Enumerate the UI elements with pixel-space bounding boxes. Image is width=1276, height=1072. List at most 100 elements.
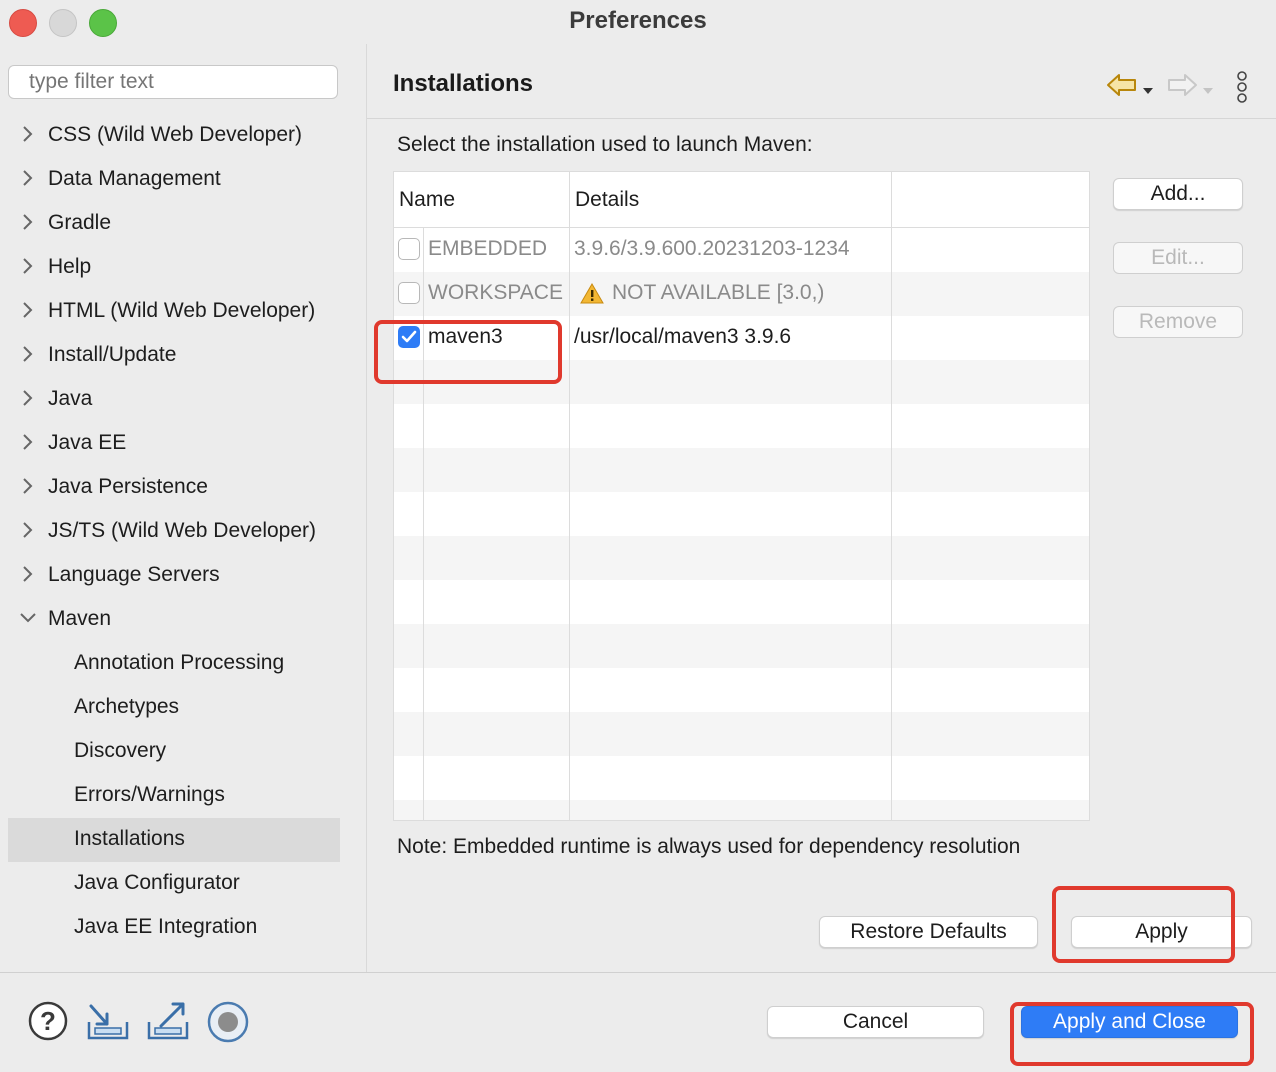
installation-name: EMBEDDED bbox=[428, 237, 548, 260]
chevron-right-icon[interactable] bbox=[19, 388, 35, 408]
installation-details: 3.9.6/3.9.600.20231203-1234 bbox=[574, 237, 850, 260]
empty-table-row bbox=[394, 360, 1089, 404]
tree-item-install-update[interactable]: Install/Update bbox=[8, 334, 340, 378]
embedded-runtime-note: Note: Embedded runtime is always used fo… bbox=[397, 835, 1021, 858]
add-button[interactable]: Add... bbox=[1113, 178, 1243, 210]
back-button[interactable] bbox=[1106, 72, 1138, 104]
filter-input[interactable] bbox=[8, 65, 338, 99]
tree-item-help[interactable]: Help bbox=[8, 246, 340, 290]
installation-checkbox[interactable] bbox=[398, 282, 420, 304]
tree-item-gradle[interactable]: Gradle bbox=[8, 202, 340, 246]
tree-item-label: Java Persistence bbox=[48, 475, 208, 498]
column-header-label: Details bbox=[575, 188, 640, 211]
empty-table-row bbox=[394, 624, 1089, 668]
record-icon bbox=[207, 1001, 249, 1043]
table-row[interactable]: maven3/usr/local/maven3 3.9.6 bbox=[394, 316, 1089, 360]
tree-item-discovery[interactable]: Discovery bbox=[8, 730, 340, 774]
tree-item-java-configurator[interactable]: Java Configurator bbox=[8, 862, 340, 906]
installation-checkbox[interactable] bbox=[398, 326, 420, 348]
chevron-right-icon[interactable] bbox=[19, 256, 35, 276]
tree-item-java-ee[interactable]: Java EE bbox=[8, 422, 340, 466]
tree-item-label: Java EE bbox=[48, 431, 127, 454]
chevron-right-icon[interactable] bbox=[19, 476, 35, 496]
tree-item-installations[interactable]: Installations bbox=[8, 818, 340, 862]
back-arrow-icon bbox=[1107, 74, 1136, 96]
more-vertical-icon bbox=[1237, 71, 1247, 103]
remove-button[interactable]: Remove bbox=[1113, 306, 1243, 338]
tree-item-java-persistence[interactable]: Java Persistence bbox=[8, 466, 340, 510]
empty-table-row bbox=[394, 580, 1089, 624]
tree-item-errors-warnings[interactable]: Errors/Warnings bbox=[8, 774, 340, 818]
apply-and-close-button[interactable]: Apply and Close bbox=[1021, 1006, 1238, 1038]
tree-item-label: Java bbox=[48, 387, 93, 410]
installation-name: maven3 bbox=[428, 325, 503, 348]
empty-table-row bbox=[394, 536, 1089, 580]
tree-item-maven[interactable]: Maven bbox=[8, 598, 340, 642]
installation-name: WORKSPACE bbox=[428, 281, 563, 304]
chevron-right-icon[interactable] bbox=[19, 520, 35, 540]
column-divider[interactable] bbox=[891, 172, 892, 820]
tree-item-js-ts-wild-web-developer[interactable]: JS/TS (Wild Web Developer) bbox=[8, 510, 340, 554]
tree-item-archetypes[interactable]: Archetypes bbox=[8, 686, 340, 730]
title-bar: Preferences bbox=[0, 0, 1276, 44]
column-divider[interactable] bbox=[569, 172, 570, 820]
forward-history-dropdown[interactable] bbox=[1202, 78, 1214, 102]
empty-table-row bbox=[394, 404, 1089, 448]
edit-button[interactable]: Edit... bbox=[1113, 242, 1243, 274]
empty-table-row bbox=[394, 756, 1089, 800]
tree-item-java-ee-integration[interactable]: Java EE Integration bbox=[8, 906, 340, 950]
empty-table-row bbox=[394, 448, 1089, 492]
tree-item-label: Install/Update bbox=[48, 343, 177, 366]
apply-button[interactable]: Apply bbox=[1071, 916, 1252, 948]
table-row[interactable]: WORKSPACE NOT AVAILABLE [3.0,) bbox=[394, 272, 1089, 316]
tree-item-label: Java Configurator bbox=[74, 871, 240, 894]
table-row[interactable]: EMBEDDED 3.9.6/3.9.600.20231203-1234 bbox=[394, 228, 1089, 272]
preference-tree: Ant CSS (Wild Web Developer) Data Manageme… bbox=[0, 100, 366, 970]
import-preferences-button[interactable] bbox=[85, 1000, 131, 1048]
tree-item-language-servers[interactable]: Language Servers bbox=[8, 554, 340, 598]
cancel-button[interactable]: Cancel bbox=[767, 1006, 984, 1038]
tree-item-label: Gradle bbox=[48, 211, 112, 234]
chevron-down-icon bbox=[1143, 88, 1153, 94]
help-button[interactable]: ? bbox=[27, 1000, 69, 1048]
tree-item-css-wild-web-developer[interactable]: CSS (Wild Web Developer) bbox=[8, 114, 340, 158]
empty-table-row bbox=[394, 800, 1089, 820]
tree-item-html-wild-web-developer[interactable]: HTML (Wild Web Developer) bbox=[8, 290, 340, 334]
tree-item-ant[interactable]: Ant bbox=[8, 100, 340, 114]
chevron-down-icon[interactable] bbox=[19, 608, 36, 628]
help-icon: ? bbox=[28, 1001, 68, 1041]
tree-item-label: Installations bbox=[74, 827, 185, 850]
chevron-right-icon[interactable] bbox=[19, 300, 35, 320]
empty-table-row bbox=[394, 712, 1089, 756]
tree-item-data-management[interactable]: Data Management bbox=[8, 158, 340, 202]
tree-item-label: Annotation Processing bbox=[74, 651, 285, 674]
tree-item-annotation-processing[interactable]: Annotation Processing bbox=[8, 642, 340, 686]
chevron-right-icon[interactable] bbox=[19, 432, 35, 452]
export-icon bbox=[147, 1002, 189, 1040]
tree-item-java[interactable]: Java bbox=[8, 378, 340, 422]
view-menu-button[interactable] bbox=[1234, 70, 1250, 110]
chevron-right-icon[interactable] bbox=[19, 124, 35, 144]
column-header-label: Name bbox=[399, 188, 456, 211]
back-history-dropdown[interactable] bbox=[1142, 78, 1154, 102]
tree-item-label: Java EE Integration bbox=[74, 915, 258, 938]
chevron-right-icon[interactable] bbox=[19, 212, 35, 232]
record-button[interactable] bbox=[206, 1000, 250, 1050]
tree-item-label: Archetypes bbox=[74, 695, 180, 718]
export-preferences-button[interactable] bbox=[145, 1000, 191, 1048]
installation-checkbox[interactable] bbox=[398, 238, 420, 260]
restore-defaults-button[interactable]: Restore Defaults bbox=[819, 916, 1038, 948]
chevron-right-icon[interactable] bbox=[19, 168, 35, 188]
column-header-details[interactable]: Details bbox=[570, 172, 891, 228]
svg-text:?: ? bbox=[40, 1006, 56, 1036]
chevron-right-icon[interactable] bbox=[19, 344, 35, 364]
tree-item-label: Help bbox=[48, 255, 92, 278]
page-description: Select the installation used to launch M… bbox=[397, 133, 813, 156]
chevron-down-icon bbox=[1203, 88, 1213, 94]
forward-button[interactable] bbox=[1166, 72, 1198, 104]
chevron-right-icon[interactable] bbox=[19, 564, 35, 584]
column-header-name[interactable]: Name bbox=[394, 172, 569, 228]
tree-item-label: Language Servers bbox=[48, 563, 220, 586]
import-icon bbox=[87, 1004, 129, 1040]
column-divider bbox=[423, 227, 424, 820]
